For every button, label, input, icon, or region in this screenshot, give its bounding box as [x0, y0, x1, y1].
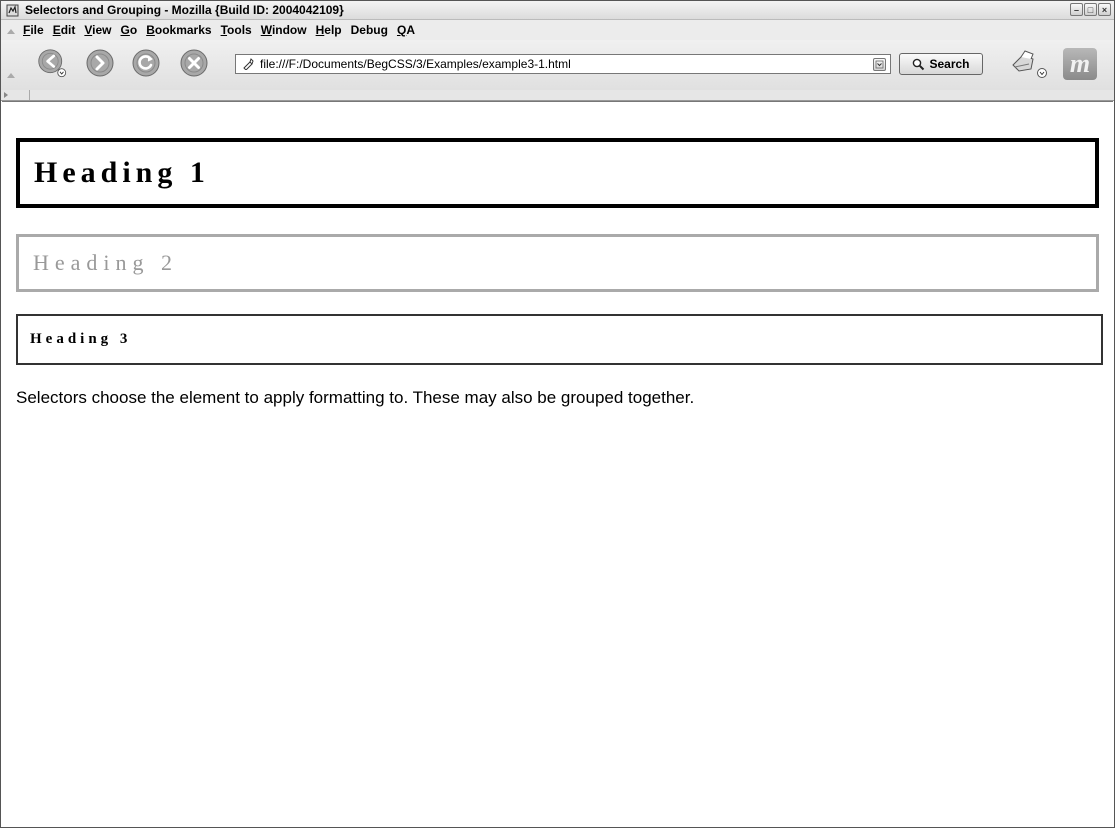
menubar-grip-icon[interactable]: [7, 29, 15, 34]
mozilla-logo[interactable]: m: [1063, 48, 1097, 80]
menu-qa[interactable]: QA: [397, 23, 415, 37]
menu-help-accel: H: [315, 23, 325, 37]
menu-debug-accel: g: [380, 23, 388, 37]
menu-edit-rest: dit: [60, 23, 76, 37]
navigation-toolbar: file:///F:/Documents/BegCSS/3/Examples/e…: [1, 40, 1114, 90]
menu-tools-rest: ools: [227, 23, 252, 37]
toolbar-separator: [29, 90, 30, 100]
minimize-icon[interactable]: –: [1070, 3, 1083, 16]
window-title: Selectors and Grouping - Mozilla {Build …: [25, 3, 344, 17]
back-arrow-icon: [38, 49, 67, 78]
menu-file-rest: ile: [30, 23, 44, 37]
menu-help-rest: elp: [324, 23, 342, 37]
menu-go-rest: o: [129, 23, 138, 37]
print-icon[interactable]: [1009, 49, 1049, 79]
mozilla-app-icon: [5, 3, 19, 17]
heading-1: Heading 1: [34, 156, 210, 189]
stop-button[interactable]: [179, 48, 209, 78]
url-bar[interactable]: file:///F:/Documents/BegCSS/3/Examples/e…: [235, 54, 891, 74]
menu-file[interactable]: File: [23, 23, 44, 37]
menu-tools[interactable]: Tools: [221, 23, 252, 37]
menu-bookmarks-rest: ookmarks: [154, 23, 212, 37]
menu-bookmarks[interactable]: Bookmarks: [146, 23, 211, 37]
forward-button[interactable]: [85, 48, 115, 78]
menu-bar: File Edit View Go Bookmarks Tools Window…: [1, 20, 1114, 40]
heading-2-box: Heading 2: [16, 234, 1099, 292]
heading-3: Heading 3: [30, 331, 132, 347]
page-content: Heading 1 Heading 2 Heading 3 Selectors …: [2, 101, 1113, 827]
stop-icon: [180, 49, 208, 77]
reload-button[interactable]: [131, 48, 161, 78]
menu-bookmarks-accel: B: [146, 23, 155, 37]
menu-view-accel: V: [84, 23, 93, 37]
menu-help[interactable]: Help: [316, 23, 342, 37]
search-button-label: Search: [929, 57, 970, 71]
url-field-text[interactable]: file:///F:/Documents/BegCSS/3/Examples/e…: [260, 57, 873, 71]
expand-toolbar-icon[interactable]: [4, 92, 8, 98]
heading-3-box: Heading 3: [16, 314, 1103, 365]
menu-debug-pre: Debu: [350, 23, 381, 37]
reload-icon: [132, 49, 160, 77]
menu-view-rest: iew: [92, 23, 112, 37]
menu-qa-accel: Q: [396, 23, 407, 37]
chevron-down-icon: [875, 60, 884, 68]
forward-arrow-icon: [86, 49, 114, 77]
menu-window-rest: indow: [271, 23, 307, 37]
menu-qa-rest: A: [406, 23, 415, 37]
navbar-grip-icon[interactable]: [7, 73, 15, 78]
menu-go[interactable]: Go: [121, 23, 138, 37]
menu-window-accel: W: [260, 23, 272, 37]
menu-edit-accel: E: [52, 23, 61, 37]
search-icon: [912, 58, 925, 71]
menu-go-accel: G: [120, 23, 130, 37]
maximize-icon[interactable]: □: [1084, 3, 1097, 16]
menu-edit[interactable]: Edit: [53, 23, 76, 37]
search-button[interactable]: Search: [899, 53, 983, 75]
browser-window: Selectors and Grouping - Mozilla {Build …: [0, 0, 1115, 828]
url-dropdown-button[interactable]: [873, 57, 886, 71]
back-button[interactable]: [37, 48, 67, 78]
close-icon[interactable]: ×: [1098, 3, 1111, 16]
collapsed-personal-toolbar: [1, 90, 1114, 101]
body-paragraph: Selectors choose the element to apply fo…: [16, 388, 695, 407]
menu-view[interactable]: View: [84, 23, 111, 37]
heading-1-box: Heading 1: [16, 138, 1099, 208]
title-bar: Selectors and Grouping - Mozilla {Build …: [1, 1, 1114, 20]
page-proxy-icon[interactable]: [240, 56, 256, 72]
heading-2: Heading 2: [33, 250, 179, 275]
menu-debug[interactable]: Debug: [351, 23, 388, 37]
menu-window[interactable]: Window: [261, 23, 307, 37]
window-controls: – □ ×: [1070, 3, 1111, 16]
